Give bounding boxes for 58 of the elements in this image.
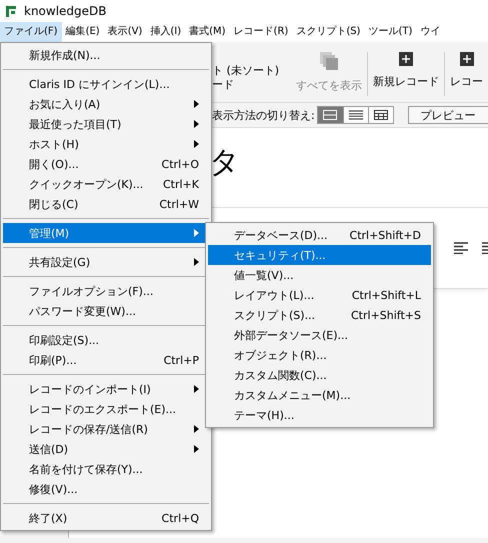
menu-item[interactable]: セキュリティ(T)...: [208, 245, 431, 265]
menu-item[interactable]: スクリプト(S)... Ctrl+Shift+S: [208, 305, 431, 325]
menu-item[interactable]: 終了(X) Ctrl+Q: [3, 508, 209, 528]
menu-item[interactable]: Claris ID にサインイン(L)...: [3, 74, 209, 94]
menu-item[interactable]: ホスト(H): [3, 134, 209, 154]
sort-status: ト (未ソート): [212, 64, 280, 78]
menu-item[interactable]: 印刷設定(S)...: [3, 330, 209, 350]
menu-bar-item[interactable]: スクリプト(S): [292, 22, 364, 42]
menu-item[interactable]: レコードのインポート(I): [3, 379, 209, 399]
menu-item[interactable]: レイアウト(L)... Ctrl+Shift+L: [208, 285, 431, 305]
window-title: knowledgeDB: [24, 4, 107, 18]
menu-item[interactable]: カスタムメニュー(M)...: [208, 385, 431, 405]
menu-item[interactable]: レコードの保存/送信(R): [3, 419, 209, 439]
menu-item[interactable]: カスタム関数(C)...: [208, 365, 431, 385]
plus-icon: [460, 52, 474, 66]
menu-item[interactable]: パスワード変更(W)...: [3, 301, 209, 321]
menu-item[interactable]: 修復(V)...: [3, 479, 209, 499]
menu-bar-item[interactable]: ツール(T): [364, 22, 416, 42]
menu-bar-item[interactable]: ファイル(F): [0, 22, 62, 42]
app-icon: [6, 6, 16, 16]
menu-bar-item[interactable]: 挿入(I): [146, 22, 186, 42]
menu-item[interactable]: クイックオープン(K)... Ctrl+K: [3, 174, 209, 194]
menu-item[interactable]: テーマ(H)...: [208, 405, 431, 425]
view-switch-label: 表示方法の切り替え:: [212, 108, 315, 122]
view-mode-button[interactable]: [342, 107, 368, 123]
form-view-icon: [323, 110, 338, 120]
align-center-icon: [482, 242, 488, 254]
menu-item[interactable]: 送信(D): [3, 439, 209, 459]
toolbar-button[interactable]: レコー: [445, 52, 488, 96]
table-view-icon: [374, 110, 388, 120]
menu-item[interactable]: 印刷(P)... Ctrl+P: [3, 350, 209, 370]
menu-bar-item[interactable]: 編集(E): [62, 22, 104, 42]
menu-item[interactable]: 閉じる(C) Ctrl+W: [3, 194, 209, 214]
menu-bar-item[interactable]: 書式(M): [185, 22, 230, 42]
menu-item[interactable]: 値一覧(V)...: [208, 265, 431, 285]
menu-item[interactable]: 最近使った項目(T): [3, 114, 209, 134]
menu-bar-item[interactable]: レコード(R): [230, 22, 292, 42]
menu-item[interactable]: レコードのエクスポート(E)...: [3, 399, 209, 419]
align-left-icon: [454, 242, 468, 254]
toolbar-button[interactable]: 新規レコード: [368, 52, 445, 96]
menu-item[interactable]: 共有設定(G): [3, 252, 209, 272]
view-mode-button[interactable]: [368, 107, 393, 123]
preview-button[interactable]: プレビュー: [408, 106, 488, 124]
menu-item[interactable]: オブジェクト(R)...: [208, 345, 431, 365]
layout-heading: タ: [209, 146, 240, 180]
menu-item[interactable]: ファイルオプション(F)...: [3, 281, 209, 301]
stack-icon: [320, 52, 338, 70]
menu-bar-item[interactable]: 表示(V): [104, 22, 146, 42]
list-view-icon: [348, 110, 363, 120]
menu-item[interactable]: お気に入り(A): [3, 94, 209, 114]
record-label: ード: [212, 78, 235, 92]
menu-item[interactable]: データベース(D)... Ctrl+Shift+D: [208, 225, 431, 245]
plus-icon: [399, 52, 413, 66]
menu-bar-item[interactable]: ウイ: [416, 22, 444, 42]
menu-item[interactable]: 新規作成(N)...: [3, 45, 209, 65]
menu-item[interactable]: 開く(O)... Ctrl+O: [3, 154, 209, 174]
menu-item[interactable]: 外部データソース(E)...: [208, 325, 431, 345]
menu-item[interactable]: 名前を付けて保存(Y)...: [3, 459, 209, 479]
